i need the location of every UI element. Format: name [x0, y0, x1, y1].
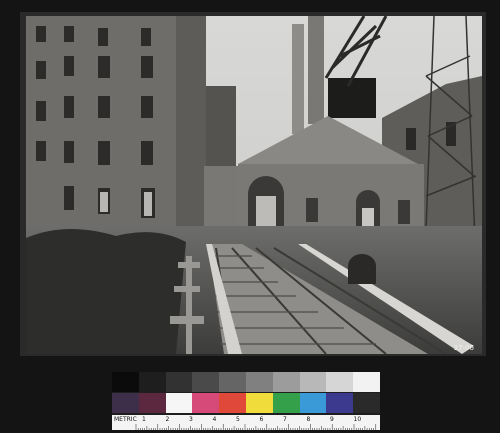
ruler-number: 4 [212, 416, 217, 423]
gray-swatch-7 [272, 372, 300, 392]
color-calibration-target: METRIC 1 2 3 4 5 6 7 8 9 10 [112, 372, 380, 430]
color-swatch-1 [112, 393, 139, 413]
ruler-number: 2 [165, 416, 170, 423]
negative-number: 37-06 [453, 344, 474, 352]
color-swatch-4 [192, 393, 220, 413]
culvert [348, 254, 376, 284]
gray-swatch-5 [219, 372, 246, 392]
color-swatch-5 [219, 393, 246, 413]
shrubs [26, 228, 186, 354]
color-swatch-10 [353, 393, 380, 413]
gray-swatch-6 [245, 372, 273, 392]
color-swatch-7 [272, 393, 300, 413]
photo-scene [26, 16, 482, 354]
water-tank [328, 78, 376, 118]
ruler-number: 7 [283, 416, 287, 423]
metric-ruler: METRIC 1 2 3 4 5 6 7 8 9 10 [112, 415, 380, 430]
gray-swatch-2 [138, 372, 166, 392]
ruler-number: 6 [259, 416, 264, 423]
gray-swatch-9 [326, 372, 354, 392]
color-swatch-6 [245, 393, 273, 413]
color-swatch-9 [326, 393, 354, 413]
ruler-number: 1 [142, 416, 146, 423]
ruler-number: 10 [353, 416, 362, 423]
ruler-label: METRIC [114, 416, 137, 423]
gray-swatch-8 [299, 372, 327, 392]
ruler-ticks [135, 424, 377, 430]
gray-swatch-10 [353, 372, 380, 392]
color-swatch-3 [165, 393, 193, 413]
color-swatch-2 [138, 393, 166, 413]
gray-swatch-3 [165, 372, 193, 392]
ruler-number: 9 [330, 416, 334, 423]
gray-swatch-1 [112, 372, 139, 392]
smokestack [292, 16, 324, 134]
gray-swatch-4 [192, 372, 220, 392]
ruler-number: 5 [236, 416, 240, 423]
historic-photograph: 37-06 [26, 16, 482, 354]
ruler-number: 3 [189, 416, 193, 423]
ruler-number: 8 [306, 416, 311, 423]
color-swatch-row [112, 393, 380, 413]
gray-scale-row [112, 372, 380, 392]
color-swatch-8 [299, 393, 327, 413]
